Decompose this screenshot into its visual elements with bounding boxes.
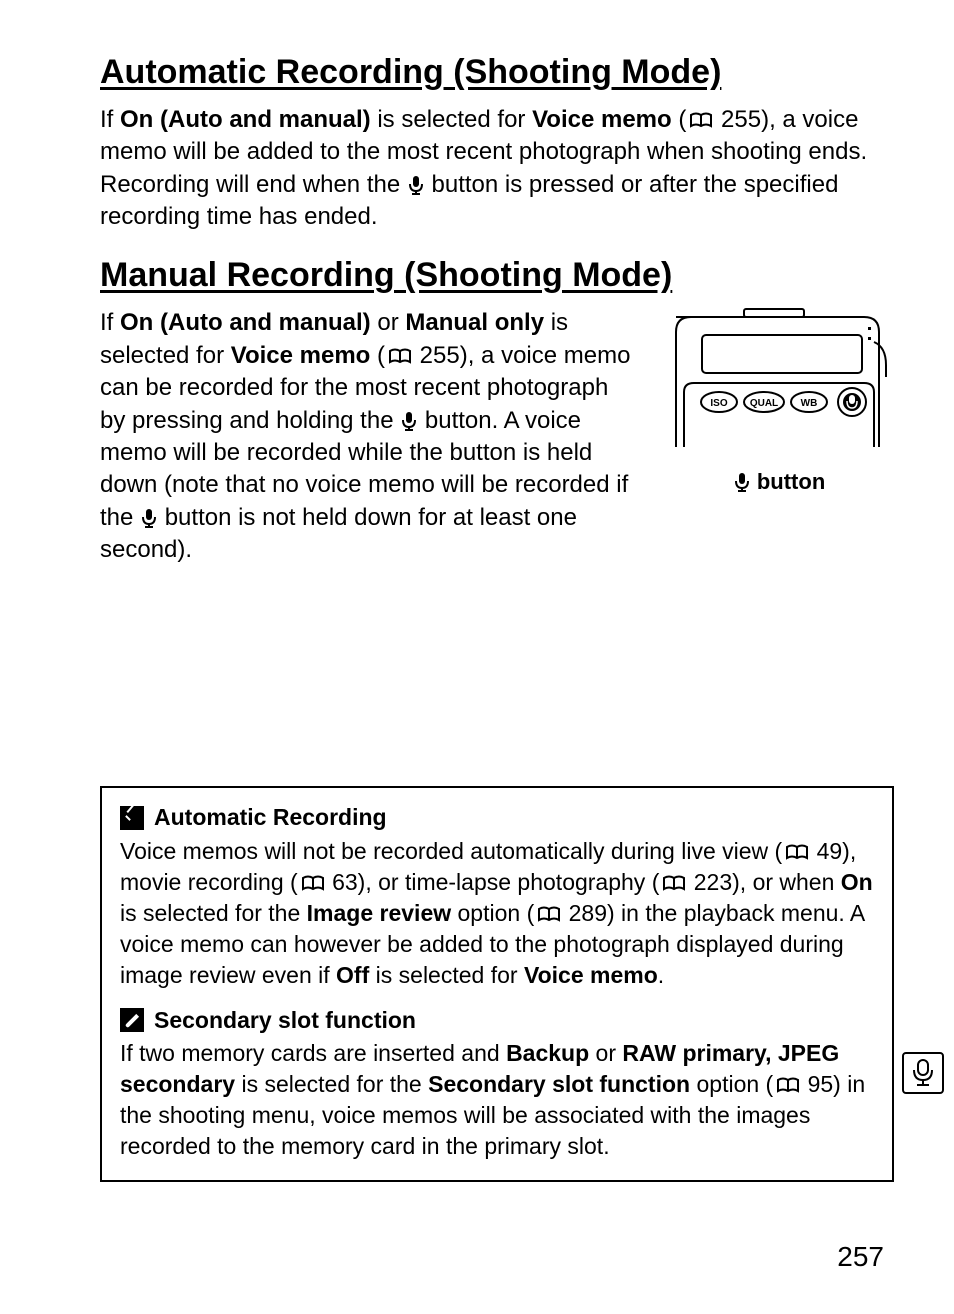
- book-icon: [777, 1071, 799, 1087]
- txt: Voice memos will not be recorded automat…: [120, 838, 782, 864]
- heading-automatic: Automatic Recording (Shooting Mode): [100, 50, 894, 96]
- txt-bold: Manual only: [405, 309, 544, 336]
- txt: is selected for: [371, 106, 532, 133]
- txt: .: [658, 962, 664, 988]
- note1-body: Voice memos will not be recorded automat…: [120, 836, 874, 991]
- txt: 63), or time-lapse photography (: [326, 869, 660, 895]
- txt: or: [371, 309, 406, 336]
- txt-bold: Backup: [506, 1040, 589, 1066]
- camera-illustration: ISO QUAL WB: [664, 307, 889, 457]
- page-number: 257: [837, 1238, 884, 1276]
- book-icon: [663, 869, 685, 885]
- pencil-icon: [120, 1008, 144, 1032]
- wb-label: WB: [801, 398, 818, 409]
- book-icon: [786, 838, 808, 854]
- txt: is selected for: [369, 962, 524, 988]
- txt-bold: On (Auto and manual): [120, 309, 371, 336]
- txt-bold: Off: [336, 962, 369, 988]
- note2-heading: Secondary slot function: [120, 1005, 874, 1036]
- txt: is selected for the: [120, 900, 307, 926]
- mic-icon: [911, 1058, 935, 1088]
- txt-bold: Secondary slot function: [428, 1071, 690, 1097]
- check-icon: [120, 806, 144, 830]
- book-icon: [389, 342, 411, 358]
- txt: Automatic Recording: [154, 802, 387, 833]
- txt: option (: [690, 1071, 773, 1097]
- book-icon: [538, 900, 560, 916]
- heading-manual: Manual Recording (Shooting Mode): [100, 253, 894, 299]
- camera-figure-wrap: ISO QUAL WB button: [664, 307, 894, 497]
- txt: button is not held down for at least one…: [100, 504, 577, 563]
- txt: button: [751, 469, 826, 494]
- txt: Secondary slot function: [154, 1005, 416, 1036]
- note1-heading: Automatic Recording: [120, 802, 874, 833]
- txt-bold: On: [841, 869, 873, 895]
- note2-body: If two memory cards are inserted and Bac…: [120, 1038, 874, 1162]
- txt: If two memory cards are inserted and: [120, 1040, 506, 1066]
- mic-icon: [409, 172, 423, 191]
- txt-bold: Image review: [307, 900, 451, 926]
- iso-label: ISO: [710, 398, 727, 409]
- txt-bold: On (Auto and manual): [120, 106, 371, 133]
- txt: or: [589, 1040, 622, 1066]
- mic-icon: [402, 408, 416, 427]
- txt: is selected for the: [235, 1071, 428, 1097]
- txt-bold: Voice memo: [532, 106, 672, 133]
- para-manual: If On (Auto and manual) or Manual only i…: [100, 307, 640, 566]
- para-automatic: If On (Auto and manual) is selected for …: [100, 104, 894, 234]
- notes-box: Automatic Recording Voice memos will not…: [100, 786, 894, 1182]
- mic-icon: [142, 505, 156, 524]
- txt: If: [100, 309, 120, 336]
- txt: option (: [451, 900, 534, 926]
- txt: If: [100, 106, 120, 133]
- qual-label: QUAL: [750, 398, 778, 409]
- txt-bold: Voice memo: [231, 342, 371, 369]
- txt: 223), or when: [687, 869, 840, 895]
- txt-bold: Voice memo: [524, 962, 658, 988]
- txt: (: [672, 106, 687, 133]
- book-icon: [302, 869, 324, 885]
- txt: (: [370, 342, 385, 369]
- side-tab-mic: [902, 1052, 944, 1094]
- figure-caption: button: [664, 467, 894, 497]
- book-icon: [690, 106, 712, 122]
- mic-icon: [735, 470, 749, 489]
